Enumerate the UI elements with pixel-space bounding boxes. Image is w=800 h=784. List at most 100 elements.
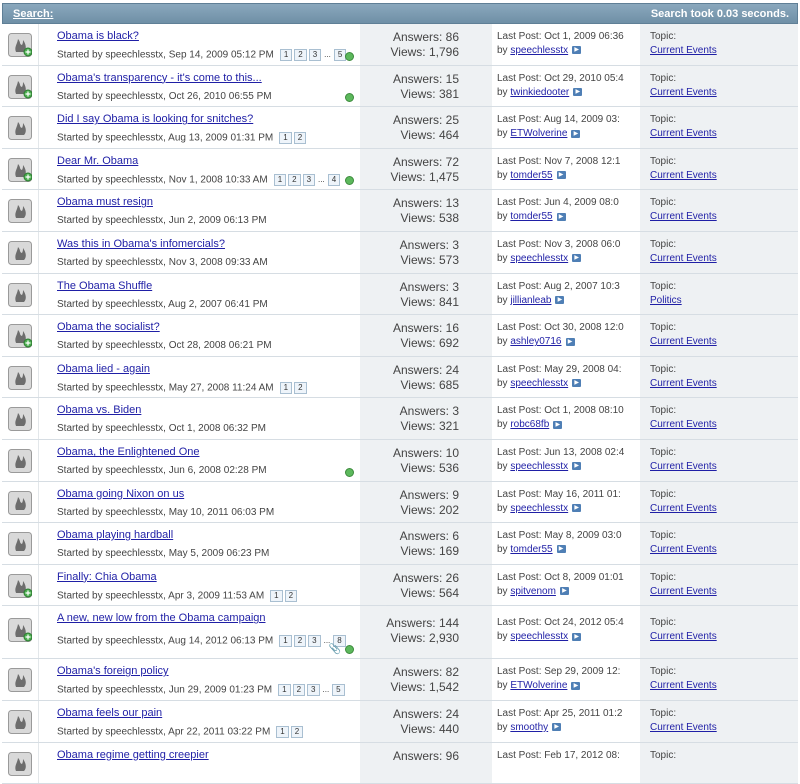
topic-link[interactable]: Current Events	[650, 419, 717, 430]
go-to-last-post-icon[interactable]: ▶	[555, 296, 564, 304]
page-link[interactable]: 3	[307, 684, 319, 696]
thread-title-link[interactable]: Finally: Chia Obama	[57, 571, 157, 583]
thread-title-link[interactable]: Obama's transparency - it's come to this…	[57, 72, 262, 84]
thread-title-link[interactable]: Obama is black?	[57, 30, 139, 42]
page-link[interactable]: 1	[270, 590, 282, 602]
go-to-last-post-icon[interactable]: ▶	[560, 587, 569, 595]
thread-title-link[interactable]: Obama feels our pain	[57, 707, 162, 719]
thread-title-link[interactable]: Obama lied - again	[57, 363, 150, 375]
page-link[interactable]: 1	[279, 132, 291, 144]
thread-title-link[interactable]: Obama playing hardball	[57, 529, 173, 541]
last-poster-link[interactable]: twinkiedooter	[510, 87, 569, 98]
topic-link[interactable]: Current Events	[650, 586, 717, 597]
topic-link[interactable]: Current Events	[650, 680, 717, 691]
topic-link[interactable]: Current Events	[650, 722, 717, 733]
page-link[interactable]: 1	[274, 174, 286, 186]
thread-title-link[interactable]: Obama must resign	[57, 196, 153, 208]
page-link[interactable]: 1	[276, 726, 288, 738]
last-post-by: by spitvenom▶	[497, 586, 569, 597]
last-poster-link[interactable]: tomder55	[510, 211, 552, 222]
page-link[interactable]: 1	[280, 49, 292, 61]
topic-link[interactable]: Current Events	[650, 170, 717, 181]
topic-link[interactable]: Current Events	[650, 461, 717, 472]
page-link[interactable]: 1	[280, 382, 292, 394]
thread-title-link[interactable]: Obama going Nixon on us	[57, 488, 184, 500]
last-poster-link[interactable]: ETWolverine	[510, 128, 567, 139]
page-link[interactable]: 2	[294, 382, 306, 394]
last-poster-link[interactable]: speechlesstx	[510, 631, 568, 642]
last-poster-link[interactable]: jillianleab	[510, 295, 551, 306]
topic-link[interactable]: Current Events	[650, 544, 717, 555]
page-link[interactable]: 2	[293, 684, 305, 696]
last-poster-link[interactable]: speechlesstx	[510, 461, 568, 472]
go-to-last-post-icon[interactable]: ▶	[573, 88, 582, 96]
last-poster-link[interactable]: speechlesstx	[510, 378, 568, 389]
topic-link[interactable]: Politics	[650, 295, 682, 306]
go-to-last-post-icon[interactable]: ▶	[572, 462, 581, 470]
page-link[interactable]: 2	[294, 49, 306, 61]
thread-info-cell: Obama regime getting creepier	[38, 743, 359, 784]
go-to-last-post-icon[interactable]: ▶	[566, 338, 575, 346]
go-to-last-post-icon[interactable]: ▶	[572, 254, 581, 262]
topic-link[interactable]: Current Events	[650, 128, 717, 139]
topic-link[interactable]: Current Events	[650, 631, 717, 642]
page-link[interactable]: 2	[288, 174, 300, 186]
topic-cell: Topic: Current Events	[640, 315, 798, 356]
go-to-last-post-icon[interactable]: ▶	[571, 682, 580, 690]
last-poster-link[interactable]: speechlesstx	[510, 45, 568, 56]
topic-link[interactable]: Current Events	[650, 378, 717, 389]
page-link[interactable]: 1	[278, 684, 290, 696]
last-post-by: by ashley0716▶	[497, 336, 575, 347]
go-to-last-post-icon[interactable]: ▶	[553, 421, 562, 429]
go-to-last-post-icon[interactable]: ▶	[557, 213, 566, 221]
last-poster-link[interactable]: smoothy	[510, 722, 548, 733]
last-poster-link[interactable]: tomder55	[510, 544, 552, 555]
topic-link[interactable]: Current Events	[650, 211, 717, 222]
thread-title-link[interactable]: Dear Mr. Obama	[57, 155, 138, 167]
last-poster-link[interactable]: speechlesstx	[510, 253, 568, 264]
page-link[interactable]: 2	[285, 590, 297, 602]
last-poster-link[interactable]: robc68fb	[510, 419, 549, 430]
thread-title-link[interactable]: A new, new low from the Obama campaign	[57, 612, 266, 624]
topic-link[interactable]: Current Events	[650, 253, 717, 264]
topic-link[interactable]: Current Events	[650, 336, 717, 347]
last-post-by: by jillianleab▶	[497, 295, 564, 306]
page-link[interactable]: 4	[328, 174, 340, 186]
last-poster-link[interactable]: ETWolverine	[510, 680, 567, 691]
topic-link[interactable]: Current Events	[650, 503, 717, 514]
thread-title-link[interactable]: Obama's foreign policy	[57, 665, 169, 677]
topic-link[interactable]: Current Events	[650, 45, 717, 56]
thread-title-link[interactable]: Obama the socialist?	[57, 321, 160, 333]
page-link[interactable]: 3	[303, 174, 315, 186]
thread-title-link[interactable]: Obama regime getting creepier	[57, 749, 209, 761]
search-title-link[interactable]: Search:	[13, 8, 53, 20]
last-poster-link[interactable]: tomder55	[510, 170, 552, 181]
go-to-last-post-icon[interactable]: ▶	[571, 130, 580, 138]
go-to-last-post-icon[interactable]: ▶	[557, 545, 566, 553]
page-link[interactable]: 5	[332, 684, 344, 696]
thread-title-link[interactable]: Was this in Obama's infomercials?	[57, 238, 225, 250]
page-link[interactable]: 1	[279, 635, 291, 647]
page-link[interactable]: 2	[294, 132, 306, 144]
go-to-last-post-icon[interactable]: ▶	[557, 171, 566, 179]
last-poster-link[interactable]: spitvenom	[510, 586, 556, 597]
topic-cell: Topic: Current Events	[640, 606, 798, 658]
go-to-last-post-icon[interactable]: ▶	[572, 633, 581, 641]
page-link[interactable]: 2	[294, 635, 306, 647]
last-poster-link[interactable]: speechlesstx	[510, 503, 568, 514]
go-to-last-post-icon[interactable]: ▶	[552, 723, 561, 731]
thread-title-link[interactable]: Obama vs. Biden	[57, 404, 141, 416]
go-to-last-post-icon[interactable]: ▶	[572, 46, 581, 54]
thread-title-link[interactable]: The Obama Shuffle	[57, 280, 152, 292]
last-post-cell: Last Post: Aug 14, 2009 03: by ETWolveri…	[497, 107, 637, 148]
thread-row: A new, new low from the Obama campaign S…	[2, 606, 798, 659]
topic-link[interactable]: Current Events	[650, 87, 717, 98]
page-link[interactable]: 3	[309, 49, 321, 61]
thread-title-link[interactable]: Obama, the Enlightened One	[57, 446, 199, 458]
thread-title-link[interactable]: Did I say Obama is looking for snitches?	[57, 113, 253, 125]
go-to-last-post-icon[interactable]: ▶	[572, 504, 581, 512]
page-link[interactable]: 3	[308, 635, 320, 647]
page-link[interactable]: 2	[291, 726, 303, 738]
go-to-last-post-icon[interactable]: ▶	[572, 379, 581, 387]
last-poster-link[interactable]: ashley0716	[510, 336, 561, 347]
